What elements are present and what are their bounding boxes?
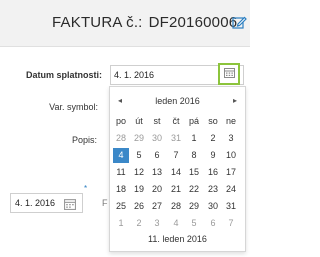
calendar-day[interactable]: 1 <box>186 131 202 146</box>
calendar-day[interactable]: 2 <box>205 131 221 146</box>
calendar-day[interactable]: 10 <box>223 148 239 163</box>
calendar-day[interactable]: 30 <box>205 199 221 214</box>
next-month-button[interactable]: ▸ <box>233 96 237 105</box>
calendar-day[interactable]: 3 <box>223 131 239 146</box>
weekday-header: út <box>135 116 143 126</box>
calendar-day[interactable]: 5 <box>186 216 202 231</box>
calendar-day[interactable]: 11 <box>113 165 129 180</box>
weekday-header: čt <box>172 116 180 126</box>
weekday-header: po <box>115 116 126 126</box>
calendar-day[interactable]: 30 <box>149 131 165 146</box>
calendar-day[interactable]: 16 <box>205 165 221 180</box>
partial-label: F <box>102 198 108 208</box>
weekday-header: st <box>153 116 161 126</box>
calendar-day[interactable]: 4 <box>168 216 184 231</box>
due-date-label: Datum splatnosti: <box>25 70 102 80</box>
datepicker-month-title[interactable]: leden 2016 <box>110 96 245 106</box>
calendar-day[interactable]: 1 <box>113 216 129 231</box>
header-bar: FAKTURA č.: DF20160006 <box>0 0 250 47</box>
calendar-day[interactable]: 24 <box>223 182 239 197</box>
due-date-calendar-button[interactable] <box>218 63 240 85</box>
datepicker-dropdown: ◂ leden 2016 ▸ po út st čt pá so ne 28 2… <box>109 86 246 252</box>
weekday-header: ne <box>225 116 236 126</box>
calendar-day-selected[interactable]: 4 <box>113 148 129 163</box>
calendar-day[interactable]: 12 <box>131 165 147 180</box>
calendar-day[interactable]: 9 <box>205 148 221 163</box>
calendar-day[interactable]: 26 <box>131 199 147 214</box>
edit-icon[interactable] <box>232 15 247 30</box>
calendar-day[interactable]: 6 <box>149 148 165 163</box>
calendar-day[interactable]: 15 <box>186 165 202 180</box>
calendar-day[interactable]: 13 <box>149 165 165 180</box>
description-label: Popis: <box>71 135 97 145</box>
calendar-day[interactable]: 19 <box>131 182 147 197</box>
invoice-number: DF20160006 <box>148 14 238 31</box>
calendar-day[interactable]: 8 <box>186 148 202 163</box>
calendar-day[interactable]: 29 <box>131 131 147 146</box>
invoice-title-prefix: FAKTURA č.: <box>52 14 143 31</box>
required-marker: * <box>84 184 88 193</box>
weekday-header: so <box>208 116 218 126</box>
calendar-day[interactable]: 28 <box>168 199 184 214</box>
calendar-day[interactable]: 31 <box>223 199 239 214</box>
calendar-day[interactable]: 3 <box>149 216 165 231</box>
calendar-day[interactable]: 22 <box>186 182 202 197</box>
calendar-day[interactable]: 18 <box>113 182 129 197</box>
calendar-day[interactable]: 23 <box>205 182 221 197</box>
calendar-day[interactable]: 5 <box>131 148 147 163</box>
weekday-header: pá <box>188 116 199 126</box>
calendar-day[interactable]: 21 <box>168 182 184 197</box>
calendar-icon[interactable] <box>64 197 76 210</box>
calendar-day[interactable]: 31 <box>168 131 184 146</box>
calendar-day[interactable]: 25 <box>113 199 129 214</box>
calendar-day[interactable]: 2 <box>131 216 147 231</box>
calendar-day[interactable]: 17 <box>223 165 239 180</box>
today-footer[interactable]: 11. leden 2016 <box>110 234 245 244</box>
calendar-day[interactable]: 29 <box>186 199 202 214</box>
calendar-day[interactable]: 6 <box>205 216 221 231</box>
calendar-day[interactable]: 28 <box>113 131 129 146</box>
calendar-day[interactable]: 20 <box>149 182 165 197</box>
invoice-title: FAKTURA č.: DF20160006 <box>52 14 237 31</box>
var-symbol-label: Var. symbol: <box>49 102 98 112</box>
calendar-icon <box>223 65 235 83</box>
calendar-day[interactable]: 7 <box>223 216 239 231</box>
calendar-day[interactable]: 7 <box>168 148 184 163</box>
calendar-day[interactable]: 14 <box>168 165 184 180</box>
calendar-day[interactable]: 27 <box>149 199 165 214</box>
